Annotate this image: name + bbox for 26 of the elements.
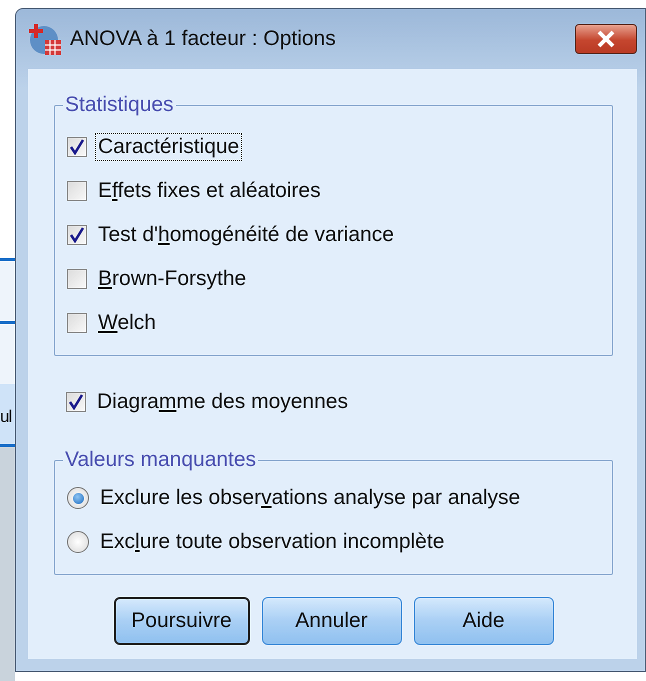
checkbox[interactable]	[67, 313, 87, 333]
option-label: Welch	[97, 310, 157, 336]
option-label: Test d'homogénéité de variance	[97, 222, 395, 248]
option-label: Effets fixes et aléatoires	[97, 178, 322, 204]
radio-button[interactable]	[67, 531, 89, 553]
checkbox[interactable]	[67, 225, 87, 245]
dialog-button[interactable]: Aide	[414, 597, 554, 645]
checkbox[interactable]	[67, 137, 87, 157]
dialog-button[interactable]: Poursuivre	[114, 597, 250, 645]
option-label: Exclure les observations analyse par analyse	[99, 485, 522, 511]
option-label: Exclure toute observation incomplète	[99, 529, 446, 555]
group-title: Valeurs manquantes	[64, 448, 258, 472]
window-title: ANOVA à 1 facteur : Options	[70, 27, 337, 51]
option-label: Caractéristique	[95, 133, 242, 161]
checkbox[interactable]	[67, 181, 87, 201]
close-button[interactable]	[575, 24, 637, 54]
background-text: ul	[0, 407, 12, 427]
checkbox[interactable]	[66, 392, 86, 412]
app-table-icon	[28, 22, 62, 56]
checkbox[interactable]	[67, 269, 87, 289]
close-icon	[595, 30, 617, 48]
option-label: Brown-Forsythe	[97, 266, 248, 292]
dialog-button[interactable]: Annuler	[262, 597, 402, 645]
option-label: Diagramme des moyennes	[96, 389, 349, 415]
radio-button[interactable]	[67, 487, 89, 509]
group-title: Statistiques	[64, 93, 175, 117]
